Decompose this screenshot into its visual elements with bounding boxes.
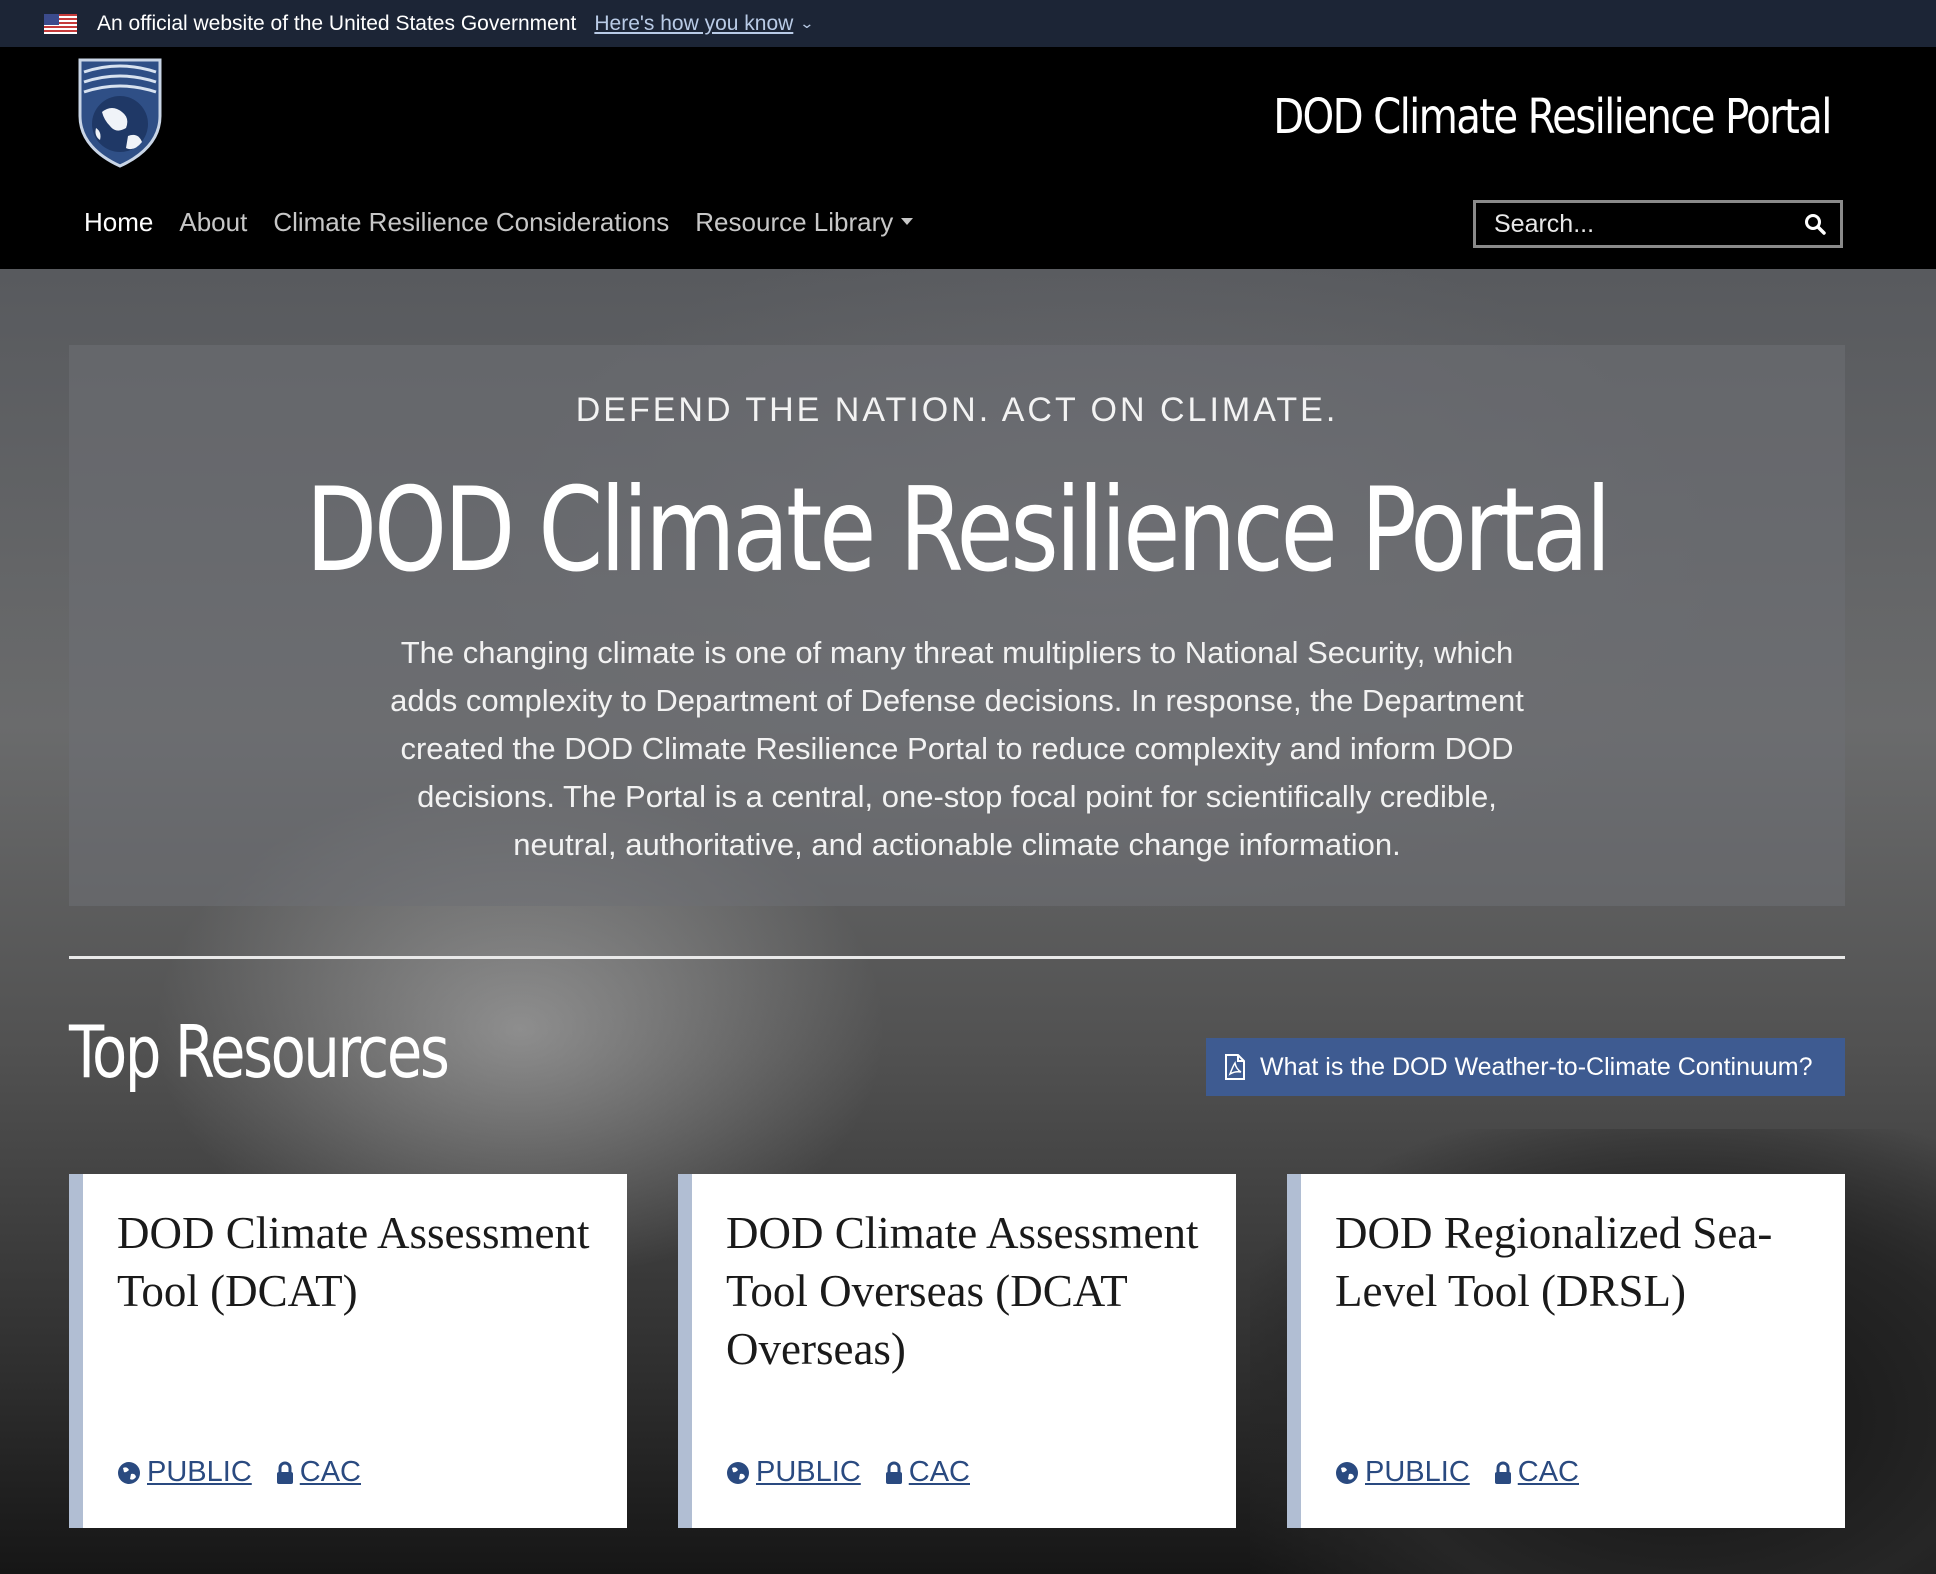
pdf-icon <box>1225 1054 1245 1080</box>
intro-panel: DEFEND THE NATION. ACT ON CLIMATE. DOD C… <box>69 345 1845 906</box>
chevron-down-icon[interactable]: ⌄ <box>800 15 815 32</box>
hero-title: DOD Climate Resilience Portal <box>305 463 1612 598</box>
cac-link[interactable]: CAC <box>885 1456 970 1489</box>
public-link-label: PUBLIC <box>147 1456 252 1488</box>
public-link-label: PUBLIC <box>756 1456 861 1488</box>
cac-link-label: CAC <box>299 1456 361 1488</box>
globe-icon <box>118 1461 140 1484</box>
lock-icon <box>1494 1461 1511 1484</box>
nav-climate-resilience-considerations[interactable]: Climate Resilience Considerations <box>273 207 669 238</box>
section-divider <box>69 956 1845 959</box>
portal-logo[interactable] <box>76 56 164 168</box>
gov-banner: An official website of the United States… <box>0 0 1936 47</box>
search-icon[interactable] <box>1804 213 1826 235</box>
public-link[interactable]: PUBLIC <box>726 1456 861 1489</box>
site-title[interactable]: DOD Climate Resilience Portal <box>1273 89 1832 145</box>
card-links: PUBLIC CAC <box>117 1456 361 1489</box>
public-link[interactable]: PUBLIC <box>117 1456 252 1489</box>
search-box <box>1473 200 1843 248</box>
card-links: PUBLIC CAC <box>1335 1456 1579 1489</box>
nav-resource-library[interactable]: Resource Library <box>695 207 914 238</box>
nav-resource-library-label: Resource Library <box>695 207 894 237</box>
cac-link-label: CAC <box>908 1456 970 1488</box>
gov-banner-text: An official website of the United States… <box>97 11 577 35</box>
globe-icon <box>727 1461 749 1484</box>
card-title[interactable]: DOD Climate Assessment Tool Overseas (DC… <box>726 1204 1206 1378</box>
heres-how-you-know-link[interactable]: Here's how you know <box>594 12 793 36</box>
search-input[interactable] <box>1476 209 1786 239</box>
resource-card-dcat: DOD Climate Assessment Tool (DCAT) PUBLI… <box>69 1174 627 1528</box>
resource-card-drsl: DOD Regionalized Sea-Level Tool (DRSL) P… <box>1287 1174 1845 1528</box>
public-link[interactable]: PUBLIC <box>1335 1456 1470 1489</box>
nav-home[interactable]: Home <box>84 207 153 238</box>
card-links: PUBLIC CAC <box>726 1456 970 1489</box>
cac-link-label: CAC <box>1517 1456 1579 1488</box>
cac-link[interactable]: CAC <box>276 1456 361 1489</box>
nav-about[interactable]: About <box>179 207 247 238</box>
public-link-label: PUBLIC <box>1365 1456 1470 1488</box>
resource-card-dcat-overseas: DOD Climate Assessment Tool Overseas (DC… <box>678 1174 1236 1528</box>
main-nav: Home About Climate Resilience Considerat… <box>84 207 914 238</box>
cac-link[interactable]: CAC <box>1494 1456 1579 1489</box>
lock-icon <box>885 1461 902 1484</box>
site-header: DOD Climate Resilience Portal Home About… <box>0 47 1936 269</box>
continuum-button-label: What is the DOD Weather-to-Climate Conti… <box>1260 1052 1813 1081</box>
globe-icon <box>1336 1461 1358 1484</box>
top-resources-title: Top Resources <box>69 1010 450 1094</box>
lock-icon <box>276 1461 293 1484</box>
weather-to-climate-continuum-button[interactable]: What is the DOD Weather-to-Climate Conti… <box>1206 1038 1845 1096</box>
card-title[interactable]: DOD Regionalized Sea-Level Tool (DRSL) <box>1335 1204 1815 1320</box>
us-flag-icon <box>44 13 77 34</box>
hero-tagline: DEFEND THE NATION. ACT ON CLIMATE. <box>575 391 1339 429</box>
card-title[interactable]: DOD Climate Assessment Tool (DCAT) <box>117 1204 597 1320</box>
hero-description: The changing climate is one of many thre… <box>390 635 1524 862</box>
caret-down-icon <box>901 217 914 225</box>
